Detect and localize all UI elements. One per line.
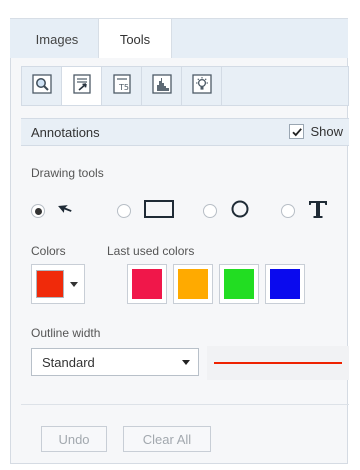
- zoom-selection-button[interactable]: [22, 67, 62, 105]
- colors-label: Colors: [31, 244, 66, 258]
- last-color-1[interactable]: [127, 264, 167, 304]
- tab-tools[interactable]: Tools: [98, 19, 172, 60]
- annotations-icon: [71, 73, 93, 100]
- show-checkbox[interactable]: [289, 124, 305, 139]
- drawing-tool-ellipse[interactable]: [203, 198, 251, 224]
- tools-panel: T5 Annotations Show Drawing tools Colors…: [10, 58, 349, 464]
- text-icon: T5: [111, 73, 133, 100]
- show-toggle[interactable]: Show: [289, 124, 343, 139]
- tool-toolbar: T5: [21, 66, 349, 106]
- zoom-selection-icon: [31, 73, 53, 100]
- current-color-swatch: [36, 270, 64, 298]
- color-swatch: [132, 269, 162, 299]
- tools-window: Images Tools T5 Annotations Show Drawing…: [0, 0, 360, 470]
- drawing-tool-text[interactable]: [281, 198, 329, 224]
- last-color-4[interactable]: [265, 264, 305, 304]
- show-label: Show: [310, 124, 343, 139]
- color-swatch: [178, 269, 208, 299]
- checkmark-icon: [292, 127, 302, 136]
- ellipse-icon: [229, 198, 251, 225]
- svg-text:T5: T5: [118, 83, 129, 92]
- clear-all-button[interactable]: Clear All: [123, 426, 211, 452]
- divider: [21, 404, 349, 405]
- tab-bar: Images Tools: [10, 18, 348, 60]
- outline-width-select[interactable]: Standard: [31, 348, 199, 376]
- annotations-title: Annotations: [31, 125, 100, 140]
- brightness-button[interactable]: [182, 67, 222, 105]
- chevron-down-icon: [182, 360, 190, 365]
- rectangle-radio[interactable]: [117, 204, 131, 218]
- chevron-down-icon: [70, 281, 78, 287]
- drawing-tool-arrow[interactable]: [31, 198, 77, 224]
- text-tool-radio[interactable]: [281, 204, 295, 218]
- last-used-colors: [127, 264, 305, 304]
- histogram-icon: [151, 73, 173, 100]
- outline-width-label: Outline width: [31, 326, 101, 340]
- text-button[interactable]: T5: [102, 67, 142, 105]
- ellipse-radio[interactable]: [203, 204, 217, 218]
- histogram-button[interactable]: [142, 67, 182, 105]
- last-color-3[interactable]: [219, 264, 259, 304]
- drawing-tools-label: Drawing tools: [31, 166, 104, 180]
- undo-button[interactable]: Undo: [41, 426, 107, 452]
- arrow-radio[interactable]: [31, 204, 45, 218]
- annotations-button[interactable]: [62, 67, 102, 105]
- text-tool-icon: [307, 198, 329, 225]
- annotations-header: Annotations Show: [21, 118, 349, 146]
- last-used-colors-label: Last used colors: [107, 244, 195, 258]
- outline-preview-line: [214, 362, 342, 364]
- color-picker[interactable]: [31, 264, 85, 304]
- color-swatch: [224, 269, 254, 299]
- rectangle-icon: [143, 198, 175, 225]
- outline-preview: [207, 346, 349, 380]
- color-swatch: [270, 269, 300, 299]
- outline-width-value: Standard: [42, 354, 95, 370]
- arrow-icon: [57, 199, 77, 224]
- last-color-2[interactable]: [173, 264, 213, 304]
- tab-images[interactable]: Images: [18, 19, 96, 59]
- brightness-icon: [191, 73, 213, 100]
- drawing-tool-rectangle[interactable]: [117, 198, 175, 224]
